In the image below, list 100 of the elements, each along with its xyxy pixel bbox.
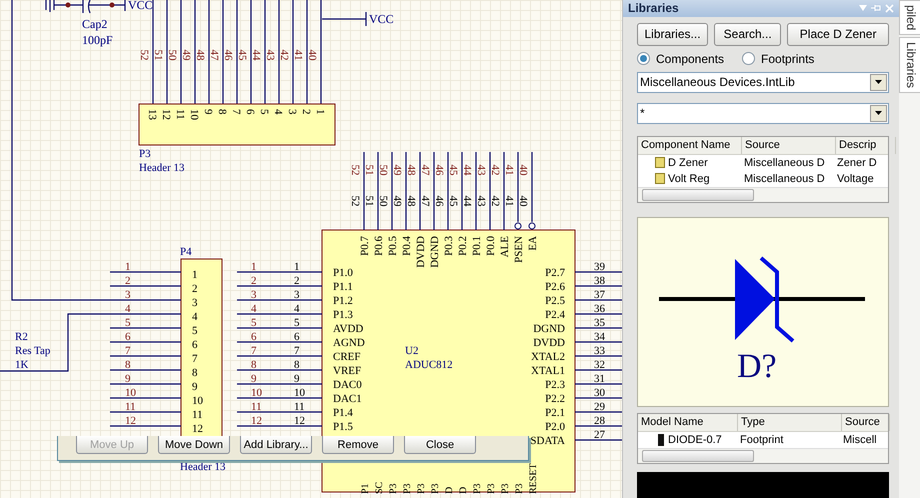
pin-number: 12: [192, 423, 203, 435]
pin-number: 8: [294, 359, 300, 371]
table-row[interactable]: DIODE-0.7 Footprint Miscell: [638, 432, 888, 448]
pin-number: 28: [594, 415, 605, 427]
pin-number: 38: [594, 275, 605, 287]
wire: [531, 152, 533, 222]
net-label: 11: [251, 401, 262, 413]
column-header[interactable]: Source: [742, 136, 836, 154]
column-header[interactable]: Source: [842, 414, 890, 431]
pin-number: 8: [192, 367, 198, 379]
side-tab[interactable]: Libraries: [899, 37, 920, 94]
pin-number: 40: [517, 196, 529, 206]
column-header[interactable]: Descrip: [836, 136, 896, 154]
radio-option[interactable]: Components: [637, 52, 724, 66]
power-port: [322, 12, 367, 26]
net-label: 52: [349, 164, 361, 176]
pin-name: P0.0: [485, 236, 497, 256]
net-label: 43: [475, 164, 487, 176]
component-value: 100pF: [82, 33, 113, 47]
net-label: 41: [503, 164, 515, 176]
pin-name: P1.0: [333, 267, 353, 279]
pin-name: P1.2: [333, 295, 353, 307]
pin-name: P0.7: [359, 236, 371, 256]
pin-name: DAC1: [333, 393, 362, 405]
horizontal-scrollbar[interactable]: [638, 448, 888, 463]
pin-number: 5: [294, 317, 300, 329]
pin-name: P2.3: [545, 379, 565, 391]
pin-number: 9: [202, 109, 214, 114]
pin-number: 41: [503, 196, 515, 206]
net-label: 4: [251, 303, 256, 315]
component-comment: ADUC812: [405, 359, 453, 371]
radio-option[interactable]: Footprints: [742, 52, 814, 66]
wire: [575, 425, 622, 427]
column-header[interactable]: Type: [738, 414, 842, 431]
pin-number: 9: [294, 373, 300, 385]
table-row[interactable]: Volt Reg Miscellaneous D Voltage: [638, 170, 888, 187]
wire: [575, 397, 622, 399]
radio-icon[interactable]: [637, 52, 650, 66]
pin-number: 45: [447, 196, 459, 206]
wire: [575, 299, 622, 301]
net-label: 44: [461, 164, 473, 176]
horizontal-scrollbar[interactable]: [638, 186, 888, 202]
pin-name: P1.5: [333, 421, 353, 433]
net-label: 6: [125, 331, 130, 343]
pin-number: 39: [594, 261, 605, 273]
panel-button[interactable]: Libraries...: [637, 22, 708, 46]
wire: [575, 369, 622, 371]
table-cell: D Zener: [668, 156, 708, 169]
designator-label: D?: [737, 348, 777, 385]
net-label: 50: [166, 50, 178, 60]
column-header[interactable]: Component Name: [638, 136, 742, 154]
pin-name: PSEN: [513, 236, 525, 263]
pin-number: 44: [461, 196, 473, 206]
pin-name: XTAL2: [531, 351, 565, 363]
pin-number: 10: [294, 387, 305, 399]
pin-number: 10: [188, 109, 200, 120]
component-designator: P4: [180, 246, 192, 258]
dialog-button[interactable]: Close: [404, 436, 476, 454]
dialog-button[interactable]: Remove: [322, 436, 394, 454]
side-tab[interactable]: piled: [899, 0, 920, 36]
pin-number: 52: [349, 196, 361, 206]
dialog-button[interactable]: Add Library...: [240, 436, 312, 454]
dropdown-icon[interactable]: [859, 5, 867, 12]
pin-name: P2.7: [545, 267, 565, 279]
pin-name: AGND: [333, 337, 365, 349]
column-header[interactable]: Model Name: [638, 414, 738, 431]
pin-number: 48: [405, 196, 417, 206]
pin-number: 4: [294, 303, 300, 315]
table-row[interactable]: D Zener Miscellaneous D Zener D: [638, 154, 888, 171]
dialog-button[interactable]: Move Down: [158, 436, 230, 454]
component-comment: Header 13: [180, 461, 226, 473]
net-label: 51: [152, 50, 164, 60]
component-designator: P3: [139, 148, 151, 160]
net-label: 40: [517, 164, 529, 176]
net-label: 41: [292, 50, 304, 60]
net-label: 10: [125, 387, 136, 399]
panel-button[interactable]: Place D Zener: [787, 22, 889, 46]
pin-name: P0.3: [443, 236, 455, 256]
pin-name: P1.4: [333, 407, 353, 419]
pin-number: 7: [230, 109, 242, 114]
library-dropdown[interactable]: Miscellaneous Devices.IntLib: [637, 72, 889, 93]
pin-icon[interactable]: [871, 3, 881, 14]
pin-number: 31: [594, 373, 605, 385]
net-label: 42: [489, 164, 501, 176]
close-icon[interactable]: [885, 4, 894, 13]
pin-number: 49: [391, 196, 403, 206]
pin-number: 7: [192, 353, 198, 365]
pin-number: 4: [192, 311, 198, 323]
pin-name: P2.2: [545, 393, 565, 405]
panel-button[interactable]: Search...: [714, 22, 782, 46]
radio-icon[interactable]: [742, 52, 756, 66]
inverted-pin-icon: [514, 222, 522, 230]
wire: [575, 271, 622, 273]
pin-name: DVDD: [533, 337, 565, 349]
pin-name: P3: [402, 483, 413, 494]
filter-dropdown[interactable]: *: [637, 102, 889, 124]
wire: [517, 152, 519, 222]
pin-number: 6: [192, 339, 198, 351]
wire: [575, 355, 622, 357]
net-label: 44: [250, 50, 262, 60]
